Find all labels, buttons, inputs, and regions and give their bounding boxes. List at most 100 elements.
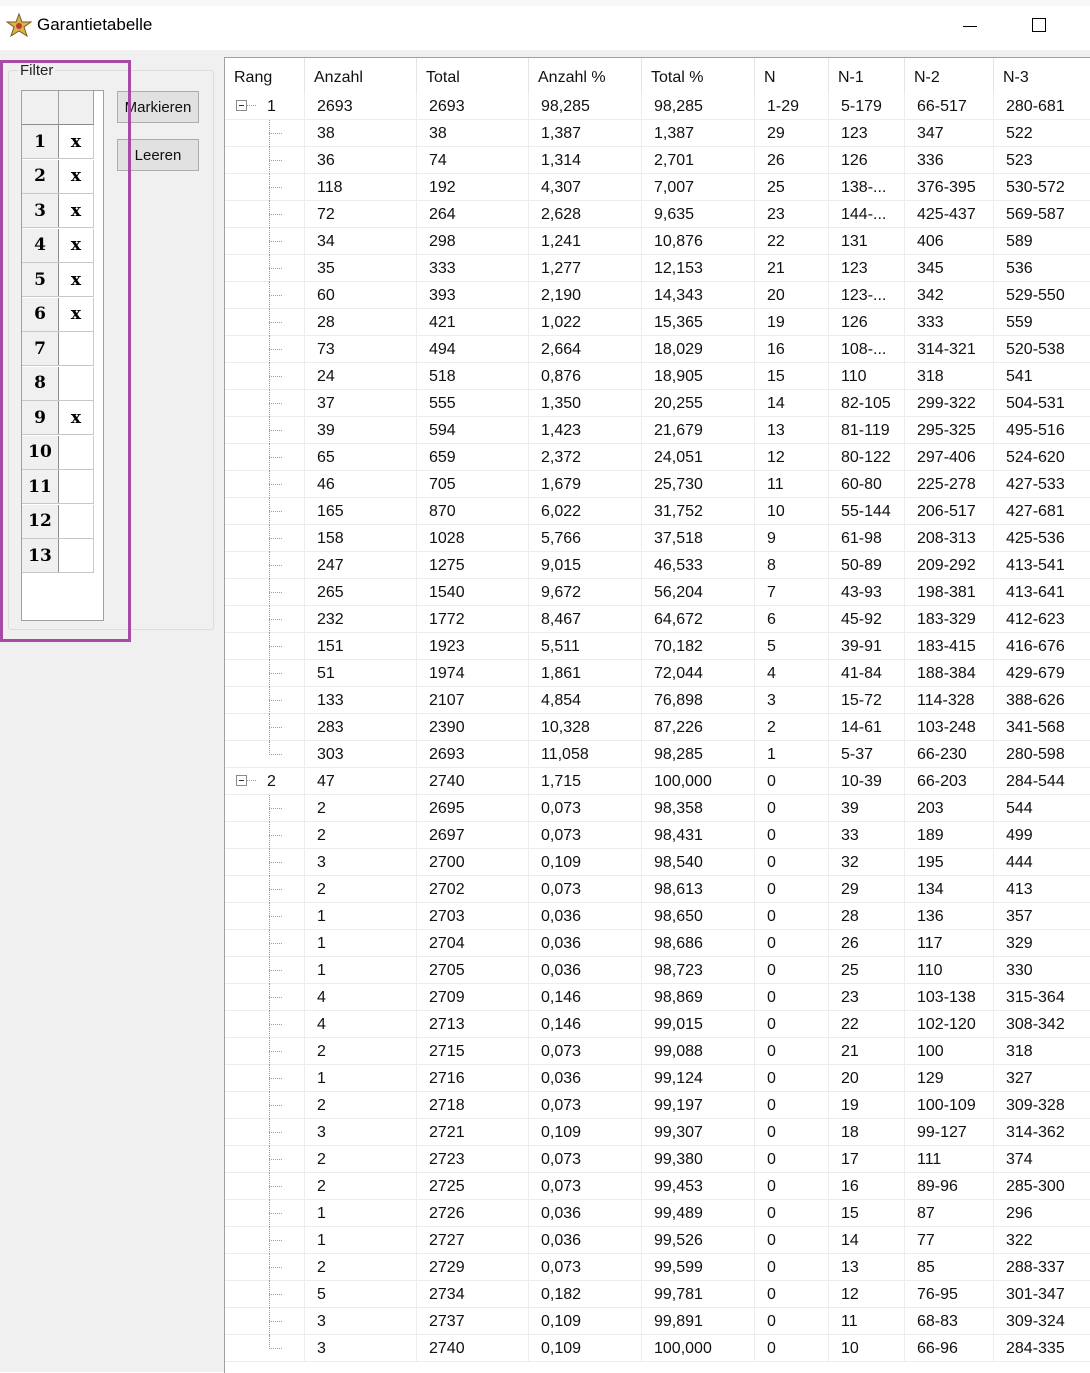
- table-row[interactable]: 2 2697 0,073 98,431 0 33 189 499: [225, 822, 1090, 849]
- table-row[interactable]: 3 2737 0,109 99,891 0 11 68-83 309-324: [225, 1308, 1090, 1335]
- column-header[interactable]: Total: [417, 58, 529, 93]
- maximize-button[interactable]: [1016, 8, 1062, 44]
- column-header[interactable]: N-3: [994, 58, 1090, 93]
- clear-button[interactable]: Leeren: [117, 139, 199, 171]
- table-row[interactable]: 1 2727 0,036 99,526 0 14 77 322: [225, 1227, 1090, 1254]
- table-row[interactable]: 3 2721 0,109 99,307 0 18 99-127 314-362: [225, 1119, 1090, 1146]
- filter-grid[interactable]: 1 x 2 x 3 x 4 x 5 x 6 x 7 8 9 x 10 11 12 13: [21, 90, 104, 621]
- table-row[interactable]: 65 659 2,372 24,051 12 80-122 297-406 524-620: [225, 444, 1090, 471]
- table-row[interactable]: 51 1974 1,861 72,044 4 41-84 188-384 429-679: [225, 660, 1090, 687]
- filter-row-mark[interactable]: [59, 332, 94, 366]
- filter-row-number[interactable]: 7: [22, 332, 59, 366]
- filter-row[interactable]: 4x: [22, 228, 94, 263]
- filter-row-mark[interactable]: [59, 539, 94, 573]
- table-row[interactable]: 2 2715 0,073 99,088 0 21 100 318: [225, 1038, 1090, 1065]
- table-row[interactable]: 38 38 1,387 1,387 29 123 347 522: [225, 120, 1090, 147]
- filter-row-number[interactable]: 3: [22, 194, 59, 228]
- filter-row[interactable]: 7: [22, 332, 94, 367]
- table-row[interactable]: 2 2718 0,073 99,197 0 19 100-109 309-328: [225, 1092, 1090, 1119]
- filter-row-number[interactable]: 9: [22, 401, 59, 435]
- table-row[interactable]: 118 192 4,307 7,007 25 138-... 376-395 530-572: [225, 174, 1090, 201]
- table-row[interactable]: 5 2734 0,182 99,781 0 12 76-95 301-347: [225, 1281, 1090, 1308]
- column-header[interactable]: N: [755, 58, 829, 93]
- table-row[interactable]: 2 2695 0,073 98,358 0 39 203 544: [225, 795, 1090, 822]
- table-row[interactable]: 72 264 2,628 9,635 23 144-... 425-437 569-587: [225, 201, 1090, 228]
- table-row[interactable]: 3 2740 0,109 100,000 0 10 66-96 284-335: [225, 1335, 1090, 1362]
- guarantee-table[interactable]: Rang Anzahl Total Anzahl % Total % N N-1 N-2 N-3…: [224, 57, 1090, 1373]
- table-group-row[interactable]: 2 47 2740 1,715 100,000 0 10-39 66-203 284-544: [225, 768, 1090, 795]
- table-row[interactable]: 73 494 2,664 18,029 16 108-... 314-321 520-538: [225, 336, 1090, 363]
- filter-row-number[interactable]: 5: [22, 263, 59, 297]
- filter-row-mark[interactable]: [59, 504, 94, 538]
- table-row[interactable]: 2 2702 0,073 98,613 0 29 134 413: [225, 876, 1090, 903]
- table-row[interactable]: 1 2716 0,036 99,124 0 20 129 327: [225, 1065, 1090, 1092]
- table-row[interactable]: 3 2700 0,109 98,540 0 32 195 444: [225, 849, 1090, 876]
- filter-row[interactable]: 1x: [22, 125, 94, 160]
- column-header[interactable]: N-1: [829, 58, 905, 93]
- table-row[interactable]: 165 870 6,022 31,752 10 55-144 206-517 427-681: [225, 498, 1090, 525]
- table-row[interactable]: 232 1772 8,467 64,672 6 45-92 183-329 412-623: [225, 606, 1090, 633]
- filter-row-mark[interactable]: [59, 470, 94, 504]
- collapse-icon[interactable]: [236, 100, 247, 111]
- filter-row[interactable]: 8: [22, 366, 94, 401]
- table-row[interactable]: 158 1028 5,766 37,518 9 61-98 208-313 425-536: [225, 525, 1090, 552]
- table-row[interactable]: 60 393 2,190 14,343 20 123-... 342 529-550: [225, 282, 1090, 309]
- filter-row-number[interactable]: 12: [22, 504, 59, 538]
- table-row[interactable]: 34 298 1,241 10,876 22 131 406 589: [225, 228, 1090, 255]
- filter-row[interactable]: 6x: [22, 297, 94, 332]
- filter-row-number[interactable]: 11: [22, 470, 59, 504]
- filter-row-number[interactable]: 13: [22, 539, 59, 573]
- filter-row-mark[interactable]: [59, 435, 94, 469]
- filter-row[interactable]: 10: [22, 435, 94, 470]
- table-row[interactable]: 4 2709 0,146 98,869 0 23 103-138 315-364: [225, 984, 1090, 1011]
- filter-row-mark[interactable]: x: [59, 228, 94, 262]
- table-row[interactable]: 283 2390 10,328 87,226 2 14-61 103-248 341-568: [225, 714, 1090, 741]
- column-header[interactable]: Anzahl %: [529, 58, 642, 93]
- filter-row[interactable]: 2x: [22, 159, 94, 194]
- table-row[interactable]: 46 705 1,679 25,730 11 60-80 225-278 427-533: [225, 471, 1090, 498]
- table-row[interactable]: 2 2725 0,073 99,453 0 16 89-96 285-300: [225, 1173, 1090, 1200]
- table-row[interactable]: 1 2726 0,036 99,489 0 15 87 296: [225, 1200, 1090, 1227]
- filter-row-number[interactable]: 4: [22, 228, 59, 262]
- filter-row-number[interactable]: 6: [22, 297, 59, 331]
- table-row[interactable]: 24 518 0,876 18,905 15 110 318 541: [225, 363, 1090, 390]
- table-row[interactable]: 2 2723 0,073 99,380 0 17 111 374: [225, 1146, 1090, 1173]
- filter-row-mark[interactable]: x: [59, 194, 94, 228]
- table-row[interactable]: 303 2693 11,058 98,285 1 5-37 66-230 280-598: [225, 741, 1090, 768]
- table-row[interactable]: 1 2703 0,036 98,650 0 28 136 357: [225, 903, 1090, 930]
- column-header[interactable]: N-2: [905, 58, 994, 93]
- filter-row[interactable]: 5x: [22, 263, 94, 298]
- filter-row[interactable]: 13: [22, 539, 94, 574]
- minimize-button[interactable]: [946, 8, 992, 44]
- filter-row[interactable]: 11: [22, 470, 94, 505]
- table-row[interactable]: 39 594 1,423 21,679 13 81-119 295-325 495-516: [225, 417, 1090, 444]
- table-row[interactable]: 151 1923 5,511 70,182 5 39-91 183-415 416-676: [225, 633, 1090, 660]
- filter-row[interactable]: 9x: [22, 401, 94, 436]
- table-group-row[interactable]: 1 2693 2693 98,285 98,285 1-29 5-179 66-517 280-…: [225, 93, 1090, 120]
- table-row[interactable]: 1 2705 0,036 98,723 0 25 110 330: [225, 957, 1090, 984]
- filter-row-mark[interactable]: x: [59, 159, 94, 193]
- table-row[interactable]: 4 2713 0,146 99,015 0 22 102-120 308-342: [225, 1011, 1090, 1038]
- filter-row-number[interactable]: 8: [22, 366, 59, 400]
- table-row[interactable]: 247 1275 9,015 46,533 8 50-89 209-292 413-541: [225, 552, 1090, 579]
- column-header[interactable]: Rang: [225, 58, 305, 93]
- column-header[interactable]: Anzahl: [305, 58, 417, 93]
- table-row[interactable]: 2 2729 0,073 99,599 0 13 85 288-337: [225, 1254, 1090, 1281]
- filter-row-mark[interactable]: x: [59, 125, 94, 159]
- table-row[interactable]: 28 421 1,022 15,365 19 126 333 559: [225, 309, 1090, 336]
- filter-row[interactable]: 3x: [22, 194, 94, 229]
- filter-row-number[interactable]: 1: [22, 125, 59, 159]
- filter-row-mark[interactable]: [59, 366, 94, 400]
- table-row[interactable]: 133 2107 4,854 76,898 3 15-72 114-328 388-626: [225, 687, 1090, 714]
- table-row[interactable]: 35 333 1,277 12,153 21 123 345 536: [225, 255, 1090, 282]
- table-row[interactable]: 36 74 1,314 2,701 26 126 336 523: [225, 147, 1090, 174]
- table-row[interactable]: 37 555 1,350 20,255 14 82-105 299-322 504-531: [225, 390, 1090, 417]
- table-row[interactable]: 1 2704 0,036 98,686 0 26 117 329: [225, 930, 1090, 957]
- table-row[interactable]: 265 1540 9,672 56,204 7 43-93 198-381 413-641: [225, 579, 1090, 606]
- column-header[interactable]: Total %: [642, 58, 755, 93]
- filter-row-mark[interactable]: x: [59, 401, 94, 435]
- filter-row-mark[interactable]: x: [59, 263, 94, 297]
- filter-row-number[interactable]: 10: [22, 435, 59, 469]
- collapse-icon[interactable]: [236, 775, 247, 786]
- filter-row-mark[interactable]: x: [59, 297, 94, 331]
